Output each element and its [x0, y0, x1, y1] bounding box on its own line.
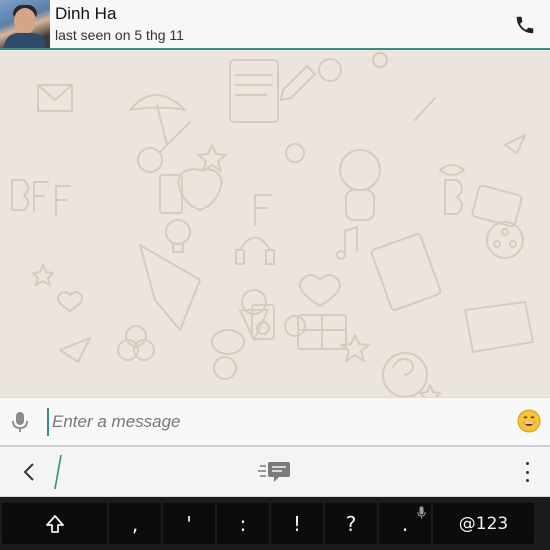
overflow-menu-icon: [525, 462, 529, 465]
chevron-left-icon: [23, 463, 34, 481]
symbols-key[interactable]: @123: [433, 503, 534, 544]
back-button[interactable]: [14, 459, 44, 485]
apostrophe-key[interactable]: ': [163, 503, 215, 544]
phone-icon: [516, 16, 534, 34]
contact-title[interactable]: Dinh Ha last seen on 5 thg 11: [55, 4, 184, 44]
message-input[interactable]: [47, 408, 497, 436]
chat-header: Dinh Ha last seen on 5 thg 11: [0, 0, 550, 50]
chats-button[interactable]: [258, 460, 292, 484]
question-key[interactable]: ?: [325, 503, 377, 544]
period-label: .: [401, 511, 409, 536]
chat-list-icon: [258, 462, 290, 482]
shift-arrow-icon: [45, 514, 64, 533]
call-button[interactable]: [512, 12, 538, 38]
divider: [54, 454, 62, 490]
shift-key[interactable]: [2, 503, 107, 544]
keyboard-row: , ' : ! ? . @123: [0, 497, 550, 550]
voice-note-button[interactable]: [0, 398, 40, 446]
comma-key[interactable]: ,: [109, 503, 161, 544]
last-seen-status: last seen on 5 thg 11: [55, 27, 184, 43]
compose-bar: [0, 397, 550, 447]
exclamation-key[interactable]: !: [271, 503, 323, 544]
microphone-icon: [12, 411, 28, 432]
period-key[interactable]: .: [379, 503, 431, 544]
contact-name: Dinh Ha: [55, 4, 117, 23]
overflow-menu-button[interactable]: [522, 460, 532, 484]
chat-wallpaper: [0, 50, 550, 397]
colon-key[interactable]: :: [217, 503, 269, 544]
emoji-button[interactable]: [517, 409, 541, 433]
smiley-icon: [517, 409, 541, 433]
action-bar: [0, 447, 550, 497]
avatar[interactable]: [0, 0, 50, 48]
microphone-icon: [417, 506, 426, 519]
